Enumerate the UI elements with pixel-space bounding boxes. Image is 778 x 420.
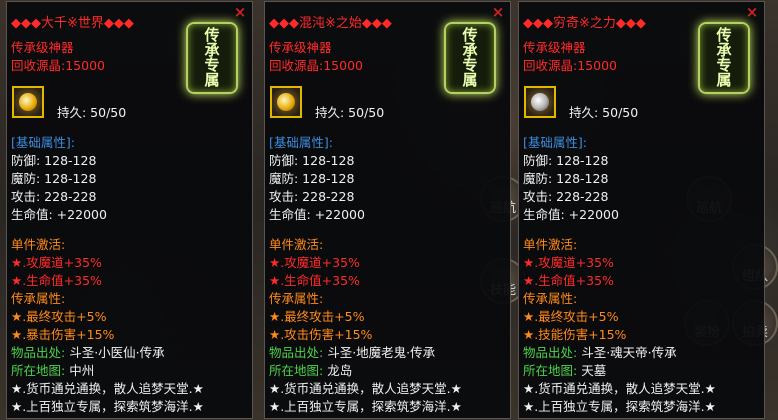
footer-line-2: ★.上百独立专属，探索筑梦海洋.★ <box>523 399 716 414</box>
base-attr-header: [基础属性]: <box>11 135 75 150</box>
item-grade: 传承级神器 <box>11 40 74 55</box>
exclusive-seal-icon: 传承专属 <box>698 22 750 94</box>
attr-magic-defense: 魔防: 128-128 <box>523 171 609 186</box>
map-value: 天墓 <box>577 363 607 378</box>
single-activation-header: 单件激活: <box>523 237 578 252</box>
close-icon[interactable]: × <box>491 5 505 20</box>
single-bonus-2: ★.生命值+35% <box>269 273 360 288</box>
item-grade: 传承级神器 <box>269 40 332 55</box>
attr-attack: 攻击: 228-228 <box>11 189 97 204</box>
base-attr-header: [基础属性]: <box>523 135 587 150</box>
single-bonus-1: ★.攻魔道+35% <box>523 255 614 270</box>
attr-magic-defense: 魔防: 128-128 <box>11 171 97 186</box>
single-bonus-2: ★.生命值+35% <box>11 273 102 288</box>
item-name: ◆◆◆穷奇※之力◆◆◆ <box>523 16 646 31</box>
map-value: 龙岛 <box>323 363 353 378</box>
item-source: 物品出处: 斗圣·魂天帝·传承 <box>523 342 677 361</box>
item-grade: 传承级神器 <box>523 40 586 55</box>
attr-hp: 生命值: +22000 <box>269 207 365 222</box>
single-bonus-1: ★.攻魔道+35% <box>11 255 102 270</box>
durability: 持久: 50/50 <box>57 105 127 120</box>
attr-hp: 生命值: +22000 <box>523 207 619 222</box>
single-activation-header: 单件激活: <box>11 237 66 252</box>
footer-line-1: ★.货币通兑通换，散人追梦天堂.★ <box>11 381 204 396</box>
attr-hp: 生命值: +22000 <box>11 207 107 222</box>
attr-magic-defense: 魔防: 128-128 <box>269 171 355 186</box>
inherit-bonus-1: ★.最终攻击+5% <box>523 309 619 324</box>
footer-line-2: ★.上百独立专属，探索筑梦海洋.★ <box>11 399 204 414</box>
orange-gem-icon <box>270 86 302 118</box>
attr-defense: 防御: 128-128 <box>11 153 97 168</box>
source-label: 物品出处: <box>523 345 578 360</box>
recycle-value: 回收源晶:15000 <box>11 58 105 73</box>
item-tooltip-3: × ◆◆◆穷奇※之力◆◆◆ 传承级神器 回收源晶:15000 传承专属 持久: … <box>518 1 765 419</box>
source-label: 物品出处: <box>269 345 324 360</box>
yin-yang-gem-icon <box>524 86 556 118</box>
attr-attack: 攻击: 228-228 <box>523 189 609 204</box>
inherit-bonus-1: ★.最终攻击+5% <box>269 309 365 324</box>
map-value: 中州 <box>65 363 95 378</box>
close-icon[interactable]: × <box>233 5 247 20</box>
source-value: 斗圣·小医仙·传承 <box>65 345 165 360</box>
yellow-gem-icon <box>12 86 44 118</box>
source-label: 物品出处: <box>11 345 66 360</box>
inherit-header: 传承属性: <box>523 291 578 306</box>
recycle-value: 回收源晶:15000 <box>523 58 617 73</box>
item-tooltip-2: × ◆◆◆混沌※之始◆◆◆ 传承级神器 回收源晶:15000 传承专属 持久: … <box>264 1 511 419</box>
inherit-header: 传承属性: <box>11 291 66 306</box>
exclusive-seal-icon: 传承专属 <box>186 22 238 94</box>
item-source: 物品出处: 斗圣·小医仙·传承 <box>11 342 165 361</box>
map-label: 所在地图: <box>11 363 66 378</box>
item-map: 所在地图: 中州 <box>11 360 94 379</box>
recycle-value: 回收源晶:15000 <box>269 58 363 73</box>
single-activation-header: 单件激活: <box>269 237 324 252</box>
single-bonus-1: ★.攻魔道+35% <box>269 255 360 270</box>
inherit-header: 传承属性: <box>269 291 324 306</box>
source-value: 斗圣·魂天帝·传承 <box>577 345 677 360</box>
footer-line-1: ★.货币通兑通换，散人追梦天堂.★ <box>523 381 716 396</box>
inherit-bonus-2: ★.暴击伤害+15% <box>11 327 115 342</box>
item-source: 物品出处: 斗圣·地魔老鬼·传承 <box>269 342 435 361</box>
inherit-bonus-2: ★.技能伤害+15% <box>523 327 627 342</box>
attr-attack: 攻击: 228-228 <box>269 189 355 204</box>
attr-defense: 防御: 128-128 <box>523 153 609 168</box>
inherit-bonus-2: ★.攻击伤害+15% <box>269 327 373 342</box>
map-label: 所在地图: <box>269 363 324 378</box>
exclusive-seal-icon: 传承专属 <box>444 22 496 94</box>
inherit-bonus-1: ★.最终攻击+5% <box>11 309 107 324</box>
footer-line-1: ★.货币通兑通换，散人追梦天堂.★ <box>269 381 462 396</box>
base-attr-header: [基础属性]: <box>269 135 333 150</box>
item-tooltip-1: × ◆◆◆大千※世界◆◆◆ 传承级神器 回收源晶:15000 传承专属 持久: … <box>6 1 253 419</box>
single-bonus-2: ★.生命值+35% <box>523 273 614 288</box>
item-map: 所在地图: 龙岛 <box>269 360 352 379</box>
footer-line-2: ★.上百独立专属，探索筑梦海洋.★ <box>269 399 462 414</box>
map-label: 所在地图: <box>523 363 578 378</box>
durability: 持久: 50/50 <box>315 105 385 120</box>
attr-defense: 防御: 128-128 <box>269 153 355 168</box>
durability: 持久: 50/50 <box>569 105 639 120</box>
source-value: 斗圣·地魔老鬼·传承 <box>323 345 436 360</box>
item-name: ◆◆◆混沌※之始◆◆◆ <box>269 16 392 31</box>
item-map: 所在地图: 天墓 <box>523 360 606 379</box>
close-icon[interactable]: × <box>745 5 759 20</box>
item-name: ◆◆◆大千※世界◆◆◆ <box>11 16 134 31</box>
